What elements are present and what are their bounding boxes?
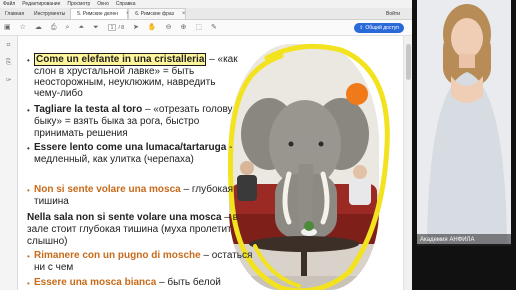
menu-window[interactable]: Окно (97, 1, 109, 7)
list-item-text: быку» = взять быка за рога, быстро (34, 116, 200, 127)
next-page-icon[interactable]: ⏷ (93, 24, 99, 31)
menu-bar: Файл Редактирование Просмотр Окно Справк… (0, 0, 412, 8)
menu-view[interactable]: Просмотр (67, 1, 90, 7)
list-item-text: чему-либо (34, 88, 83, 99)
tab-home[interactable]: Главная (0, 8, 29, 19)
menu-file[interactable]: Файл (3, 1, 15, 7)
list-item-text: - (226, 142, 233, 153)
list-item-text: медленный, как улитка (черепаха) (34, 154, 194, 165)
list-item: Essere una mosca bianca – быть белой (34, 277, 221, 289)
phrase: Rimanere con un pugno di mosche (34, 250, 201, 261)
list-item: Rimanere con un pugno di mosche – остать… (34, 250, 252, 262)
phrase: Essere una mosca bianca (34, 277, 157, 288)
sign-in-link[interactable]: Войти (380, 8, 412, 19)
scrollbar-thumb[interactable] (406, 44, 411, 80)
list-item: Tagliare la testa al toro – «отрезать го… (34, 104, 233, 116)
list-item-text: ни с чем (34, 262, 74, 273)
phrase-list: • Come un elefante in una cristalleria –… (19, 36, 403, 290)
list-item-text: – быть белой (156, 277, 221, 288)
bullet-icon: • (27, 279, 30, 288)
phrase: Non si sente volare una mosca (34, 184, 181, 195)
tab-bar: Главная Инструменты 5. Римские делен × 6… (0, 8, 412, 20)
page-indicator: 1 / 8 (107, 24, 124, 31)
share-icon: ⇪ (359, 25, 364, 31)
bullet-icon: • (27, 252, 30, 261)
list-item-text: неосторожным, неуклюжим, навредить (34, 77, 216, 88)
menu-help[interactable]: Справка (116, 1, 136, 7)
list-item-text: тишина (34, 196, 69, 207)
list-item-text: принимать решения (34, 128, 128, 139)
list-item: Essere lento come una lumaca/tartaruga - (34, 142, 232, 154)
print-icon[interactable]: ⎙ (51, 24, 57, 31)
star-icon[interactable]: ☆ (20, 24, 26, 31)
menu-edit[interactable]: Редактирование (22, 1, 60, 7)
tab-document-1-label: 5. Римские делен (77, 11, 118, 17)
list-item-text: зале стоит глубокая тишина (муха пролети… (27, 224, 232, 235)
toolbar: ▣ ☆ ☁ ⎙ ⌕ ⏶ ⏷ 1 / 8 ➤ ✋ ⊖ ⊕ ⬚ ✎ ⇪ Общий … (0, 20, 412, 36)
save-icon[interactable]: ▣ (4, 24, 11, 31)
zoom-out-icon[interactable]: ⊖ (166, 24, 172, 31)
list-item: Nella sala non si sente volare una mosca… (27, 212, 238, 224)
list-item: Come un elefante in una cristalleria – «… (34, 53, 238, 66)
app-window: Файл Редактирование Просмотр Окно Справк… (0, 0, 516, 290)
comment-icon[interactable]: ✎ (211, 24, 217, 31)
bullet-icon: • (27, 106, 30, 115)
share-button[interactable]: ⇪ Общий доступ (354, 23, 404, 33)
fit-page-icon[interactable]: ⬚ (195, 24, 202, 31)
bookmark-icon[interactable]: ⌗ (7, 42, 11, 50)
participant-name: Академия АНФИЛА (417, 234, 511, 246)
search-icon[interactable]: ⌕ (66, 24, 70, 31)
bullet-icon: • (27, 144, 30, 153)
previous-page-icon[interactable]: ⏶ (78, 24, 84, 31)
tab-tools[interactable]: Инструменты (29, 8, 70, 19)
list-item-text: – «отрезать голову (142, 104, 233, 115)
list-item-text: – остаться (200, 250, 253, 261)
participant-video (417, 0, 511, 244)
tab-document-2[interactable]: 6. Римские фраз × (128, 8, 187, 19)
video-panel: Академия АНФИЛА (412, 0, 516, 290)
hand-tool-icon[interactable]: ✋ (148, 24, 157, 31)
phrase: Nella sala non si sente volare una mosca (27, 212, 222, 223)
bullet-icon: • (27, 56, 30, 65)
list-item: Non si sente volare una mosca – глубокая (34, 184, 233, 196)
page-number-input[interactable]: 1 (107, 24, 117, 31)
tab-document-2-label: 6. Римские фраз (135, 11, 174, 17)
list-item-text: – в (221, 212, 238, 223)
cloud-icon[interactable]: ☁ (35, 24, 42, 31)
phrase: Tagliare la testa al toro (34, 104, 143, 115)
left-tool-panel: ⌗ ⎘ ✑ (0, 36, 18, 290)
list-item-text: – «как (206, 54, 238, 65)
highlighted-phrase: Come un elefante in una cristalleria (34, 53, 207, 66)
share-button-label: Общий доступ (365, 25, 399, 31)
list-item-text: слышно) (27, 236, 68, 247)
close-icon[interactable]: × (182, 11, 186, 17)
vertical-scrollbar[interactable] (403, 36, 412, 290)
zoom-in-icon[interactable]: ⊕ (180, 24, 186, 31)
bullet-icon: • (27, 186, 30, 195)
participant-avatar (417, 0, 511, 244)
document-page: • Come un elefante in una cristalleria –… (19, 36, 403, 290)
list-item-text: – глубокая (180, 184, 234, 195)
list-item-text: слон в хрустальной лавке» = быть (34, 66, 195, 77)
page-total: / 8 (118, 24, 124, 31)
phrase: Essere lento come una lumaca/tartaruga (34, 142, 227, 153)
tab-document-1[interactable]: 5. Римские делен × (70, 8, 130, 19)
pen-icon[interactable]: ✑ (6, 76, 12, 84)
attachment-icon[interactable]: ⎘ (6, 59, 12, 67)
select-tool-icon[interactable]: ➤ (133, 24, 139, 31)
